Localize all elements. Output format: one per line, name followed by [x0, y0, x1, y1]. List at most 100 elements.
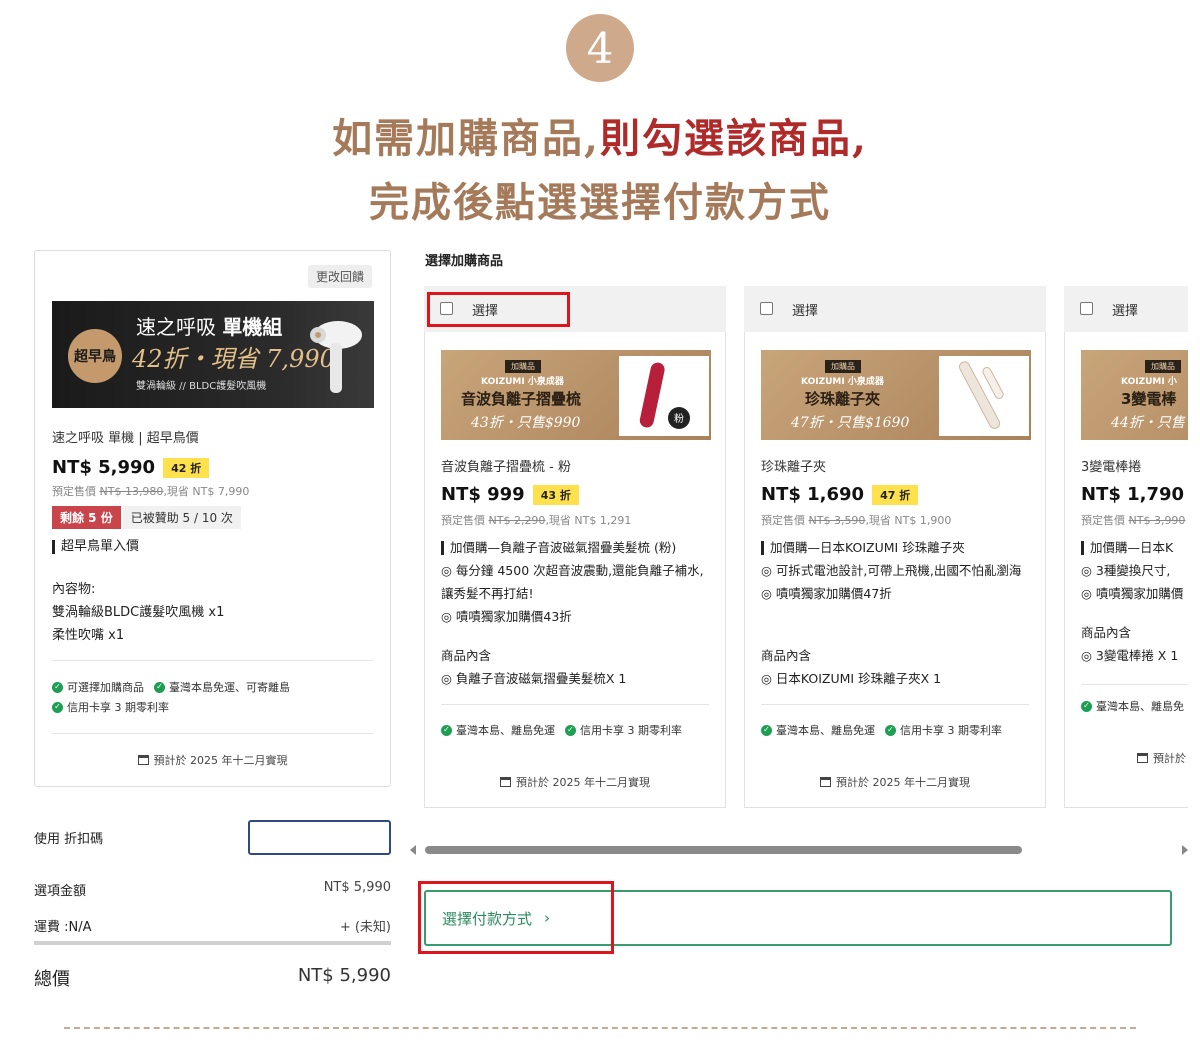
banner-product-name: 珍珠離子夾	[805, 390, 881, 408]
addon-price-row: NT$ 1,690 47 折	[761, 484, 919, 505]
content-item-2: 柔性吹嘴 x1	[52, 628, 125, 643]
banner-product-name: 音波負離子摺疊梳	[461, 390, 582, 408]
includes-item: ◎ 3變電棒捲 X 1	[1081, 648, 1179, 663]
feature-text: 臺灣本島、離島免運	[776, 724, 875, 737]
addon-name: 音波負離子摺疊梳 - 粉	[441, 460, 571, 475]
svg-text:粉: 粉	[674, 412, 684, 425]
feature-text: 臺灣本島免運、可寄離島	[169, 681, 290, 694]
check-icon: ✓	[154, 681, 165, 693]
ship-text: 預計於	[1153, 752, 1186, 765]
check-icon: ✓	[1081, 700, 1092, 712]
total-label: 總價	[34, 969, 70, 990]
change-reward-button[interactable]: 更改回饋	[307, 265, 372, 288]
banner-title-b: 單機組	[222, 315, 283, 339]
total-row: 總價 NT$ 5,990	[34, 965, 391, 991]
banner-brand: KOIZUMI 小泉成器	[481, 377, 564, 387]
banner-subtitle: 雙渦輪級 // BLDC護髮吹風機	[136, 381, 267, 392]
discount-badge: 47 折	[872, 484, 919, 505]
addon-select-bar[interactable]: 選擇	[1064, 286, 1188, 332]
includes-item: ◎ 負離子音波磁氣摺疊美髮梳X 1	[441, 671, 627, 686]
feature-item: ✓ 臺灣本島、離島免運	[441, 722, 555, 738]
main-product-original-price: 預定售價 NT$ 13,980,現省 NT$ 7,990	[52, 483, 249, 499]
includes-item: ◎ 日本KOIZUMI 珍珠離子夾X 1	[761, 671, 942, 686]
addon-features: ✓ 臺灣本島、離島免	[1081, 698, 1184, 714]
addon-item-curler: 選擇 加購品 KOIZUMI 小 3變電棒 44折・只售 3變電棒捲 NT$ 1…	[1064, 286, 1188, 808]
shipping-value: + (未知)	[339, 920, 391, 935]
addon-banner: 加購品 KOIZUMI 小泉成器 音波負離子摺疊梳 43折・只售$990 粉	[441, 350, 711, 440]
banner-title-a: 速之呼吸	[136, 315, 216, 339]
addon-features: ✓ 臺灣本島、離島免運 ✓ 信用卡享 3 期零利率	[441, 722, 682, 738]
addon-section-title: 選擇加購商品	[425, 254, 504, 269]
ship-text: 預計於 2025 年十二月實現	[516, 776, 650, 789]
addon-ship-line: 預計於 2025 年十二月實現	[745, 774, 1045, 790]
main-product-price-row: NT$ 5,990 42 折	[52, 457, 210, 478]
main-feature-row-1: ✓ 可選擇加購商品 ✓ 臺灣本島免運、可寄離島	[52, 679, 290, 695]
orig-price-value: NT$ 3,590	[808, 514, 866, 527]
step-number: 4	[586, 23, 614, 73]
desc-line: 加價購—日本KOIZUMI 珍珠離子夾	[761, 541, 965, 555]
card-divider	[52, 733, 373, 734]
addon-banner: 加購品 KOIZUMI 小泉成器 珍珠離子夾 47折・只售$1690	[761, 350, 1031, 440]
addon-card: 加購品 KOIZUMI 小泉成器 音波負離子摺疊梳 43折・只售$990 粉 音…	[424, 332, 726, 808]
contents-label: 內容物:	[52, 582, 96, 597]
banner-tag: 加購品	[825, 360, 861, 373]
headline-line-2: 完成後點選選擇付款方式	[369, 179, 831, 226]
banner-brand: KOIZUMI 小	[1121, 377, 1177, 387]
addon-scrollbar[interactable]	[410, 844, 1188, 856]
addon-name: 珍珠離子夾	[761, 460, 827, 475]
orig-price-label: 預定售價	[441, 514, 485, 527]
addon-checkbox[interactable]	[760, 302, 773, 315]
addon-features: ✓ 臺灣本島、離島免運 ✓ 信用卡享 3 期零利率	[761, 722, 1002, 738]
desc-line: ◎ 3種變換尺寸,	[1081, 563, 1171, 578]
addon-name: 3變電棒捲	[1081, 460, 1142, 475]
main-feature-row-2: ✓ 信用卡享 3 期零利率	[52, 699, 169, 715]
ship-text: 預計於 2025 年十二月實現	[153, 754, 288, 767]
addon-card: 加購品 KOIZUMI 小泉成器 珍珠離子夾 47折・只售$1690 珍珠離子夾…	[744, 332, 1046, 808]
addon-select-bar[interactable]: 選擇	[744, 286, 1046, 332]
addon-description: 加價購—日本KOIZUMI 珍珠離子夾 ◎ 可拆式電池設計,可帶上飛機,出國不怕…	[761, 536, 1036, 605]
early-bird-badge: 超早鳥	[68, 329, 122, 383]
desc-line: ◎ 嘖嘖獨家加購價43折	[441, 609, 572, 624]
main-product-card: 更改回饋 超早鳥 速之呼吸 單機組 42折・現省 7,990 雙渦輪級 // B…	[34, 250, 391, 787]
shipping-row: 運費 :N/A + (未知)	[34, 916, 391, 935]
addon-banner: 加購品 KOIZUMI 小 3變電棒 44折・只售	[1081, 350, 1188, 440]
main-product-banner: 超早鳥 速之呼吸 單機組 42折・現省 7,990 雙渦輪級 // BLDC護髮…	[52, 301, 374, 408]
addon-checkbox[interactable]	[1080, 302, 1093, 315]
card-divider	[441, 704, 709, 705]
saving-text: ,現省 NT$ 1,291	[545, 514, 632, 527]
clip-image	[939, 356, 1029, 436]
includes-label: 商品內含	[441, 648, 492, 663]
hair-dryer-image	[310, 321, 362, 393]
select-label: 選擇	[792, 304, 819, 319]
card-divider	[1081, 684, 1188, 685]
scroll-thumb[interactable]	[425, 846, 1022, 854]
scroll-left-arrow-icon[interactable]	[410, 845, 416, 855]
main-tag-line: 超早鳥單入價	[52, 540, 139, 554]
banner-offer: 47折・只售$1690	[791, 415, 910, 431]
discount-badge: 43 折	[532, 484, 579, 505]
calendar-icon	[1137, 753, 1148, 763]
orig-price-value: NT$ 2,290	[488, 514, 546, 527]
addon-includes: 商品內含 ◎ 3變電棒捲 X 1	[1081, 621, 1178, 667]
dashed-divider	[64, 1027, 1136, 1029]
saving-text: ,現省 NT$ 7,990	[163, 485, 250, 498]
feature-item: ✓ 信用卡享 3 期零利率	[52, 699, 169, 715]
discount-badge: 42 折	[163, 457, 210, 478]
coupon-input[interactable]	[248, 820, 391, 855]
subtotal-value: NT$ 5,990	[323, 880, 391, 895]
banner-brand: KOIZUMI 小泉成器	[801, 377, 884, 387]
feature-text: 信用卡享 3 期零利率	[67, 701, 169, 714]
headline-line-1: 如需加購商品,則勾選該商品,	[0, 106, 1200, 164]
banner-product-name: 3變電棒	[1121, 390, 1177, 408]
addon-description: 加價購—負離子音波磁氣摺疊美髮梳 (粉) ◎ 每分鐘 4500 次超音波震動,還…	[441, 536, 716, 628]
highlight-pay-box	[418, 881, 614, 954]
feature-text: 信用卡享 3 期零利率	[580, 724, 682, 737]
addon-price: NT$ 1,790	[1081, 484, 1185, 505]
orig-price-label: 預定售價	[761, 514, 805, 527]
feature-text: 可選擇加購商品	[67, 681, 144, 694]
highlight-select-box	[427, 292, 570, 327]
select-label: 選擇	[1112, 304, 1139, 319]
stock-left-badge: 剩餘 5 份	[52, 506, 121, 529]
check-icon: ✓	[441, 724, 452, 736]
scroll-right-arrow-icon[interactable]	[1182, 845, 1188, 855]
